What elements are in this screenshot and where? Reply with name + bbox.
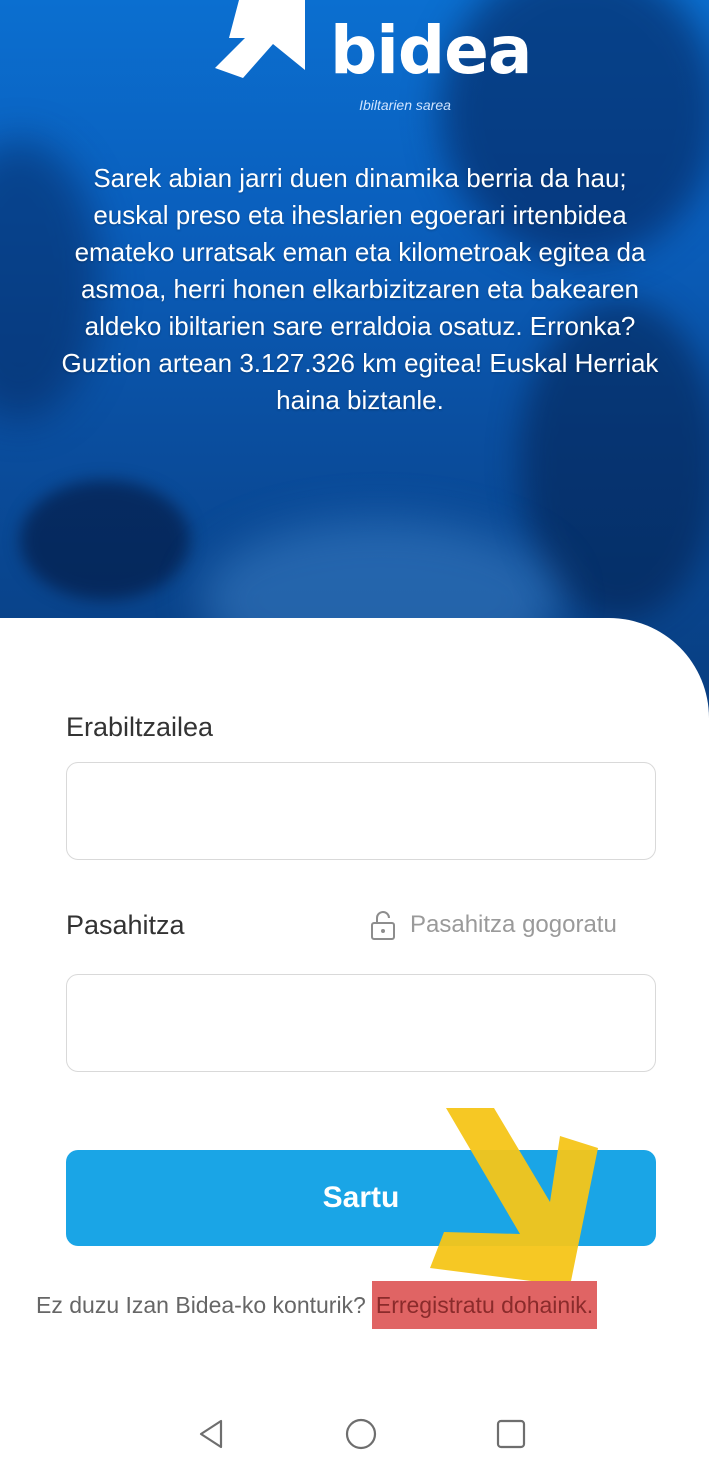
remember-password-toggle[interactable]: Pasahitza gogoratu [370,905,617,945]
password-label: Pasahitza [66,910,185,940]
logo-wordmark: bidea [330,12,532,89]
recents-square-icon [496,1419,526,1449]
signup-prompt: Ez duzu Izan Bidea-ko konturik? [36,1291,366,1318]
home-circle-icon [345,1418,377,1450]
remember-password-label: Pasahitza gogoratu [410,911,617,938]
logo-tagline: Ibiltarien sarea [359,97,451,113]
lock-open-icon [371,911,395,940]
nav-back-button[interactable] [188,1410,236,1458]
password-input[interactable] [67,975,655,1071]
nav-recents-button[interactable] [487,1410,535,1458]
username-input[interactable] [67,763,655,859]
login-button[interactable]: Sartu [66,1150,656,1246]
app-logo: bidea Ibiltarien sarea [205,0,532,125]
password-field-box [66,974,656,1072]
hero-background-shape [20,480,190,600]
username-field-box [66,762,656,860]
hero-description: Sarek abian jarri duen dinamika berria d… [61,163,659,415]
arrow-logo-icon [215,0,305,78]
back-triangle-icon [199,1419,223,1449]
username-label: Erabiltzailea [66,712,214,742]
signup-row: Ez duzu Izan Bidea-ko konturik? Erregist… [36,1281,598,1329]
android-nav-bar [0,1400,709,1468]
signup-link[interactable]: Erregistratu dohainik. [371,1281,598,1329]
hero-banner: bidea Ibiltarien sarea Sarek abian jarri… [0,0,709,720]
nav-home-button[interactable] [337,1410,385,1458]
